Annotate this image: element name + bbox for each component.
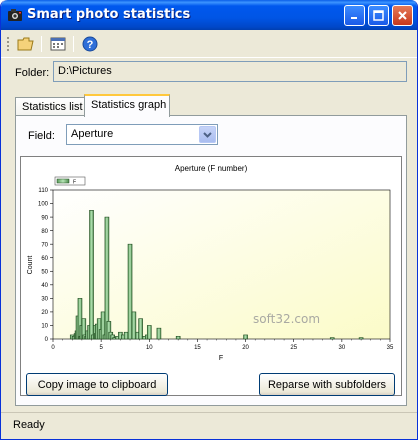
main-window: Smart photo statistics ? Folder: D:\Pict… (0, 0, 418, 440)
y-tick-label: 110 (38, 188, 48, 194)
chart-bar (156, 327, 162, 340)
y-tick-label: 10 (41, 324, 48, 330)
chart-bar (138, 318, 143, 340)
x-tick-label: 15 (194, 345, 201, 351)
x-tick-label: 0 (51, 345, 55, 351)
calendar-button[interactable] (47, 34, 69, 54)
maximize-icon (373, 10, 384, 21)
x-tick-label: 10 (146, 345, 153, 351)
title-bar[interactable]: Smart photo statistics (1, 0, 417, 30)
y-tick-label: 30 (41, 297, 48, 303)
chart-bar (175, 335, 181, 340)
camera-icon (8, 9, 22, 21)
y-tick-label: 90 (41, 215, 48, 221)
legend-label: F (73, 180, 76, 186)
y-tick-label: 60 (41, 256, 48, 262)
legend-swatch (56, 178, 70, 184)
tab-statistics-graph[interactable]: Statistics graph (84, 94, 170, 117)
chart-bar (123, 331, 129, 340)
close-button[interactable] (392, 5, 413, 26)
toolbar-separator (73, 36, 74, 52)
field-dropdown-button[interactable] (199, 126, 216, 143)
y-tick-label: 80 (41, 229, 48, 235)
y-tick-label: 70 (41, 242, 48, 248)
status-text: Ready (13, 419, 45, 431)
folder-field[interactable]: D:\Pictures (53, 61, 407, 82)
y-axis-label: Count (27, 256, 34, 275)
chart-bar (104, 216, 110, 340)
calendar-icon (50, 37, 66, 51)
tab-statistics-list[interactable]: Statistics list (15, 97, 85, 116)
chart-bar (146, 325, 152, 340)
window-title: Smart photo statistics (27, 7, 191, 22)
folder-label: Folder: (15, 67, 50, 79)
y-tick-label: 40 (41, 283, 48, 289)
help-icon: ? (82, 36, 98, 52)
toolbar: ? (1, 30, 417, 58)
aperture-chart: Aperture (F number) Count F F 0 10 20 30 40 5… (27, 164, 394, 362)
field-select[interactable]: Aperture (66, 124, 218, 145)
legend: F (54, 176, 86, 186)
field-select-value: Aperture (71, 128, 114, 140)
y-tick-label: 20 (41, 310, 48, 316)
svg-text:?: ? (87, 39, 94, 51)
close-icon (398, 11, 407, 20)
open-folder-button[interactable] (15, 34, 37, 54)
x-tick-label: 35 (387, 345, 394, 351)
chevron-down-icon (203, 131, 212, 138)
toolbar-grip[interactable] (7, 37, 9, 52)
x-axis-label: F (219, 355, 223, 362)
chart-bar (358, 337, 364, 340)
chart-container[interactable]: Aperture (F number) Count F F 0 10 20 30 40 5… (20, 156, 402, 396)
x-tick-label: 5 (99, 345, 103, 351)
chart-bar (243, 334, 248, 340)
chart-bar (127, 243, 133, 340)
y-tick-label: 0 (45, 337, 49, 343)
chart-bar (329, 337, 335, 340)
y-tick-label: 50 (41, 269, 48, 275)
copy-image-button[interactable]: Copy image to clipboard (26, 373, 168, 396)
y-tick-label: 100 (38, 202, 49, 208)
minimize-button[interactable] (344, 5, 365, 26)
x-tick-label: 30 (339, 345, 346, 351)
minimize-icon (351, 17, 357, 19)
chart-bar (131, 311, 137, 340)
field-label: Field: (28, 130, 55, 142)
statistics-graph-panel: Field: Aperture Aperture (F number) Coun… (15, 115, 407, 406)
status-bar: Ready (1, 412, 417, 439)
open-folder-icon (17, 37, 34, 51)
maximize-button[interactable] (368, 5, 389, 26)
chart-bar (89, 210, 94, 340)
chart-title: Aperture (F number) (175, 164, 248, 173)
watermark: soft32.com (253, 312, 320, 326)
help-button[interactable]: ? (79, 34, 101, 54)
reparse-button[interactable]: Reparse with subfolders (259, 373, 395, 396)
x-tick-label: 25 (290, 345, 297, 351)
toolbar-separator (41, 36, 42, 52)
x-tick-label: 20 (242, 345, 249, 351)
